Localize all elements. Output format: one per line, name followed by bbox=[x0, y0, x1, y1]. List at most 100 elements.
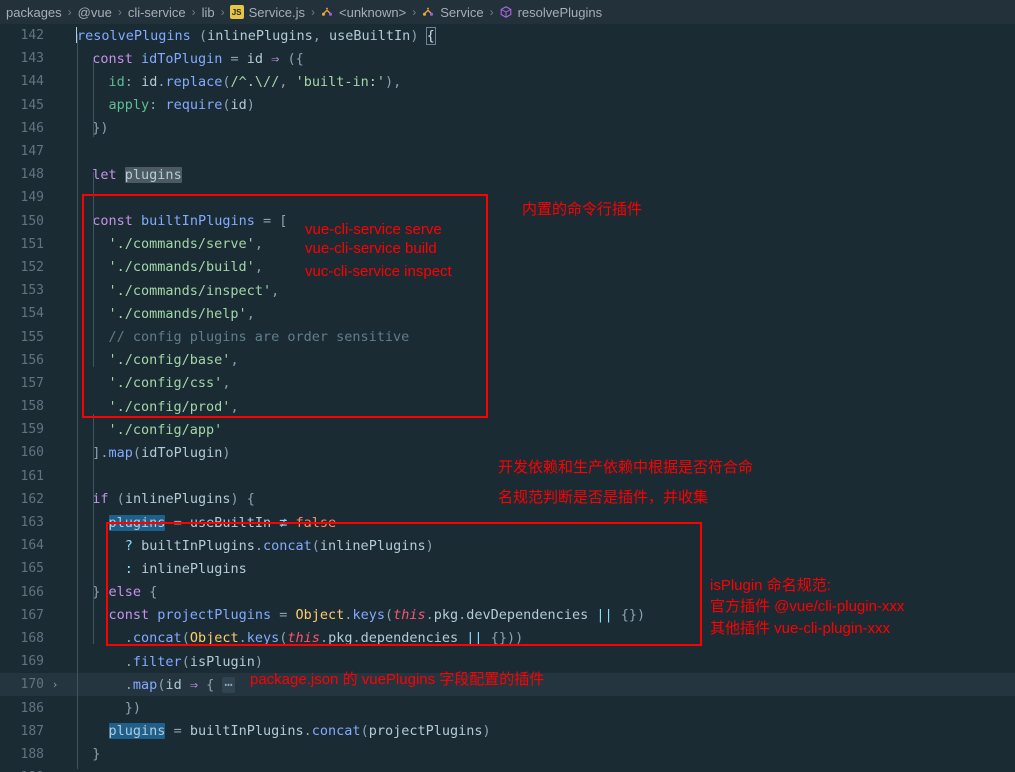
line-number: 151 bbox=[20, 236, 44, 252]
line-number: 160 bbox=[20, 445, 44, 461]
line-number: 158 bbox=[20, 399, 44, 415]
code-text: './config/css', bbox=[108, 375, 231, 392]
code-line[interactable]: 164 ? builtInPlugins.concat(inlinePlugin… bbox=[0, 534, 1015, 557]
isplugin-note-line3: 其他插件 vue-cli-plugin-xxx bbox=[710, 620, 891, 637]
line-number: 165 bbox=[20, 561, 44, 577]
code-text: } else { bbox=[92, 584, 158, 601]
code-line[interactable]: 165 : inlinePlugins bbox=[0, 557, 1015, 580]
code-text: './config/app' bbox=[108, 421, 223, 438]
code-line[interactable]: 159 './config/app' bbox=[0, 418, 1015, 441]
line-number: 170 bbox=[20, 677, 44, 693]
breadcrumb-item-service-js[interactable]: JS Service.js bbox=[229, 5, 306, 20]
code-line[interactable]: 163 plugins = useBuiltIn ≢ false bbox=[0, 511, 1015, 534]
breadcrumb-item-cli-service[interactable]: cli-service bbox=[127, 5, 187, 20]
breadcrumb[interactable]: packages › @vue › cli-service › lib › JS… bbox=[0, 0, 1015, 24]
code-text: ? builtInPlugins.concat(inlinePlugins) bbox=[124, 537, 434, 554]
code-text: .concat(Object.keys(this.pkg.dependencie… bbox=[124, 630, 524, 647]
code-line[interactable]: 186 }) bbox=[0, 696, 1015, 719]
code-line[interactable]: 158 './config/prod', bbox=[0, 395, 1015, 418]
line-number: 156 bbox=[20, 352, 44, 368]
breadcrumb-separator-icon: › bbox=[191, 5, 196, 19]
line-number: 144 bbox=[20, 74, 44, 90]
code-line[interactable]: 150 const builtInPlugins = [ bbox=[0, 210, 1015, 233]
breadcrumb-label: Service bbox=[440, 4, 484, 20]
breadcrumb-label: cli-service bbox=[127, 4, 186, 20]
line-number: 157 bbox=[20, 375, 44, 391]
breadcrumb-item-unknown[interactable]: <unknown> bbox=[320, 5, 407, 20]
breadcrumb-item-vue[interactable]: @vue bbox=[77, 5, 113, 20]
code-line[interactable]: 142 resolvePlugins (inlinePlugins, useBu… bbox=[0, 24, 1015, 47]
code-text: resolvePlugins (inlinePlugins, useBuiltI… bbox=[76, 27, 436, 46]
deps-scan-note-line2: 名规范判断是否是插件，并收集 bbox=[498, 489, 709, 506]
code-line[interactable]: 144 id: id.replace(/^.\//, 'built-in:'), bbox=[0, 70, 1015, 93]
code-line[interactable]: 152 './commands/build', bbox=[0, 256, 1015, 279]
line-number: 147 bbox=[20, 144, 44, 160]
isplugin-note-line1: isPlugin 命名规范: bbox=[710, 577, 831, 594]
line-number: 142 bbox=[20, 28, 44, 44]
breadcrumb-label: packages bbox=[6, 4, 62, 20]
code-text: ].map(idToPlugin) bbox=[92, 444, 231, 461]
breadcrumb-label: @vue bbox=[77, 4, 112, 20]
breadcrumb-separator-icon: › bbox=[489, 5, 494, 19]
deps-scan-note-line1: 开发依赖和生产依赖中根据是否符合命 bbox=[498, 459, 754, 476]
code-lines[interactable]: 142 resolvePlugins (inlinePlugins, useBu… bbox=[0, 24, 1015, 772]
line-number: 145 bbox=[20, 97, 44, 113]
line-number: 148 bbox=[20, 167, 44, 183]
line-number: 159 bbox=[20, 422, 44, 438]
code-text: './config/base', bbox=[108, 352, 239, 369]
fold-toggle-expand-icon[interactable]: › bbox=[48, 678, 62, 691]
code-line[interactable]: 149 bbox=[0, 186, 1015, 209]
symbol-method-icon bbox=[320, 5, 334, 19]
breadcrumb-item-lib[interactable]: lib bbox=[201, 5, 216, 20]
symbol-method-icon bbox=[421, 5, 435, 19]
code-line[interactable]: 145 apply: require(id) bbox=[0, 94, 1015, 117]
code-line[interactable]: 143 const idToPlugin = id ⇒ ({ bbox=[0, 47, 1015, 70]
breadcrumb-item-packages[interactable]: packages bbox=[5, 5, 63, 20]
breadcrumb-separator-icon: › bbox=[67, 5, 72, 19]
code-line[interactable]: 157 './config/css', bbox=[0, 372, 1015, 395]
code-line[interactable]: 148 let plugins bbox=[0, 163, 1015, 186]
code-text: let plugins bbox=[92, 166, 182, 183]
breadcrumb-label: <unknown> bbox=[339, 4, 407, 20]
code-text: const idToPlugin = id ⇒ ({ bbox=[92, 50, 304, 67]
vueplugins-field-note: package.json 的 vuePlugins 字段配置的插件 bbox=[250, 671, 545, 688]
code-line[interactable]: 187 plugins = builtInPlugins.concat(proj… bbox=[0, 720, 1015, 743]
code-line[interactable]: 154 './commands/help', bbox=[0, 302, 1015, 325]
code-editor[interactable]: 142 resolvePlugins (inlinePlugins, useBu… bbox=[0, 24, 1015, 772]
line-number: 187 bbox=[20, 723, 44, 739]
line-number: 161 bbox=[20, 468, 44, 484]
line-number: 162 bbox=[20, 491, 44, 507]
code-text: './config/prod', bbox=[108, 398, 239, 415]
breadcrumb-separator-icon: › bbox=[117, 5, 122, 19]
breadcrumb-item-service[interactable]: Service bbox=[421, 5, 484, 20]
code-text: './commands/help', bbox=[108, 305, 255, 322]
inspect-cmd-note: vuc-cli-service inspect bbox=[305, 263, 452, 280]
code-line[interactable]: 146 }) bbox=[0, 117, 1015, 140]
code-line[interactable]: 153 './commands/inspect', bbox=[0, 279, 1015, 302]
code-text: } bbox=[92, 746, 101, 763]
code-line[interactable]: 188 } bbox=[0, 743, 1015, 766]
isplugin-note-line2: 官方插件 @vue/cli-plugin-xxx bbox=[710, 598, 905, 615]
code-line[interactable]: 156 './config/base', bbox=[0, 349, 1015, 372]
line-number: 143 bbox=[20, 51, 44, 67]
breadcrumb-separator-icon: › bbox=[220, 5, 225, 19]
breadcrumb-separator-icon: › bbox=[311, 5, 315, 19]
line-number: 146 bbox=[20, 120, 44, 136]
line-number: 150 bbox=[20, 213, 44, 229]
code-text: './commands/inspect', bbox=[108, 282, 280, 299]
line-number: 155 bbox=[20, 329, 44, 345]
code-line[interactable]: 155 // config plugins are order sensitiv… bbox=[0, 325, 1015, 348]
code-line[interactable]: 151 './commands/serve', bbox=[0, 233, 1015, 256]
code-line[interactable]: 189 bbox=[0, 766, 1015, 772]
code-text: const builtInPlugins = [ bbox=[92, 213, 288, 230]
code-line[interactable]: 147 bbox=[0, 140, 1015, 163]
code-text: id: id.replace(/^.\//, 'built-in:'), bbox=[108, 73, 402, 90]
line-number: 163 bbox=[20, 515, 44, 531]
line-number: 166 bbox=[20, 584, 44, 600]
breadcrumb-item-resolveplugins[interactable]: resolvePlugins bbox=[499, 5, 604, 20]
code-text: }) bbox=[92, 120, 109, 137]
code-text: .map(id ⇒ { ⋯ bbox=[124, 676, 235, 693]
